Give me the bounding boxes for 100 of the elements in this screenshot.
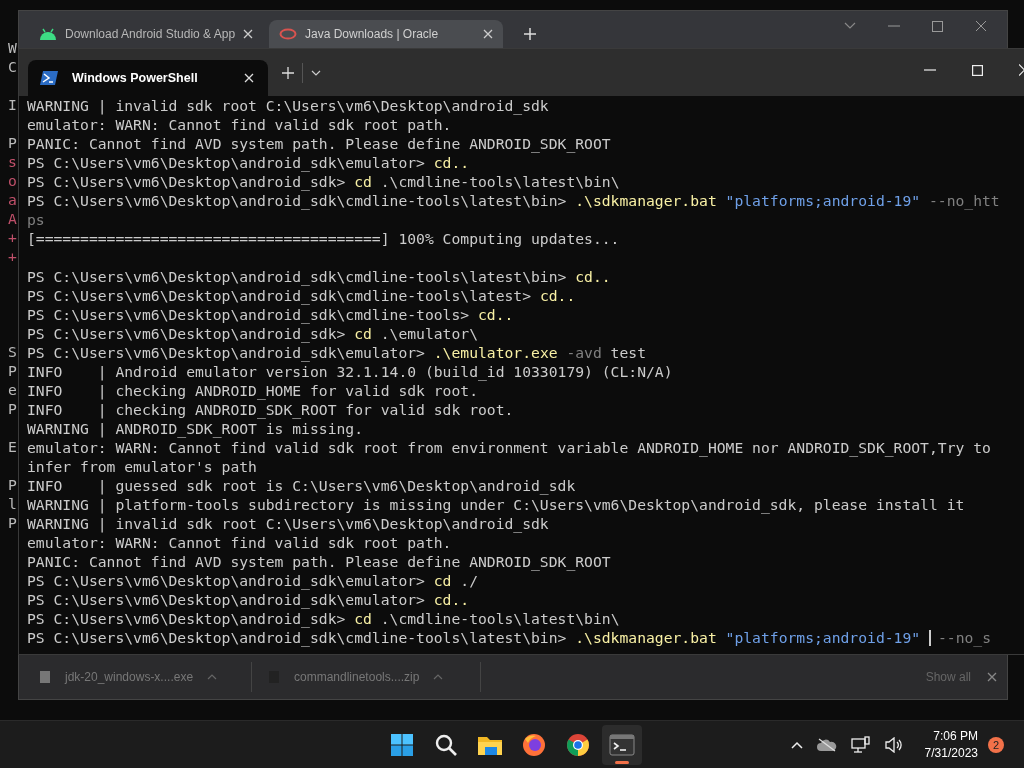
window-text-fragment: + bbox=[8, 247, 18, 266]
prompt-text: PS C:\Users\vm6\Desktop\android_sdk\emulator> bbox=[27, 153, 426, 172]
tab-title: Windows PowerShell bbox=[72, 71, 199, 85]
prompt-text: PS C:\Users\vm6\Desktop\android_sdk\cmdline-tools\latest> bbox=[27, 286, 533, 305]
string-text: "platforms;android-19" bbox=[724, 628, 922, 647]
clock[interactable]: 7:06 PM 7/31/2023 bbox=[924, 727, 978, 762]
browser-tab[interactable]: Java Downloads | Oracle bbox=[269, 20, 503, 48]
prompt-text: PS C:\Users\vm6\Desktop\android_sdk\cmdline-tools\latest\bin> bbox=[27, 267, 568, 286]
output-text: INFO | checking ANDROID_HOME for valid sdk root. bbox=[27, 381, 478, 400]
output-text: WARNING | ANDROID_SDK_ROOT is missing. bbox=[27, 419, 364, 438]
powershell-icon bbox=[40, 70, 58, 86]
window-text-fragment: E bbox=[8, 437, 18, 456]
command-text: cd.. bbox=[539, 286, 576, 305]
output-text: infer from emulator's path bbox=[27, 457, 257, 476]
output-text: emulator: WARN: Cannot find valid sdk root path. bbox=[27, 533, 452, 552]
plus-icon[interactable] bbox=[523, 26, 537, 41]
parameter-text: --no_htt bbox=[927, 191, 1000, 210]
file-name: commandlinetools....zip bbox=[294, 670, 420, 684]
close-icon[interactable] bbox=[243, 29, 253, 39]
cloud-off-icon[interactable] bbox=[816, 737, 837, 752]
window-text-fragment: o bbox=[8, 171, 18, 190]
window-text-fragment: s bbox=[8, 152, 18, 171]
chrome-icon bbox=[566, 732, 590, 757]
chevron-up-icon[interactable] bbox=[790, 740, 803, 749]
window-text-fragment: P bbox=[8, 133, 18, 152]
prompt-text: PS C:\Users\vm6\Desktop\android_sdk> bbox=[27, 324, 347, 343]
prompt-text: PS C:\Users\vm6\Desktop\android_sdk> bbox=[27, 609, 347, 628]
plus-icon[interactable] bbox=[282, 66, 294, 79]
output-text: WARNING | invalid sdk root C:\Users\vm6\Desktop\android_sdk bbox=[27, 96, 549, 115]
chevron-down-icon[interactable] bbox=[311, 69, 321, 76]
window-text-fragment: P bbox=[8, 399, 18, 418]
parameter-text: -avd bbox=[565, 343, 602, 362]
argument-text: .\cmdline-tools\latest\bin\ bbox=[379, 172, 620, 191]
firefox-icon bbox=[522, 732, 546, 757]
window-text-fragment: W bbox=[8, 38, 18, 57]
browser-tab[interactable]: Download Android Studio & App bbox=[29, 20, 263, 48]
command-text: .\emulator.exe bbox=[433, 343, 558, 362]
argument-text: ./ bbox=[459, 571, 478, 590]
prompt-text: PS C:\Users\vm6\Desktop\android_sdk\emulator> bbox=[27, 571, 426, 590]
download-item[interactable]: jdk-20_windows-x....exe bbox=[39, 662, 252, 692]
command-text: cd bbox=[354, 172, 372, 191]
output-text: INFO | guessed sdk root is C:\Users\vm6\Desktop\android_sdk bbox=[27, 476, 576, 495]
terminal-tab[interactable]: Windows PowerShell bbox=[28, 60, 268, 96]
prompt-text: PS C:\Users\vm6\Desktop\android_sdk\cmdline-tools\latest\bin> bbox=[27, 191, 568, 210]
date-text: 7/31/2023 bbox=[924, 744, 978, 762]
command-text: .\sdkmanager.bat bbox=[575, 628, 717, 647]
prompt-text: PS C:\Users\vm6\Desktop\android_sdk\cmdline-tools\latest\bin> bbox=[27, 628, 568, 647]
command-text: cd bbox=[433, 571, 452, 590]
windows-logo-icon bbox=[390, 732, 414, 757]
command-text: cd.. bbox=[575, 267, 611, 286]
argument-text: .\emulator\ bbox=[379, 324, 478, 343]
file-icon bbox=[39, 670, 51, 684]
time-text: 7:06 PM bbox=[933, 727, 978, 745]
output-text: emulator: WARN: Cannot find valid sdk root from environment variable ANDROID_HOME nor ANDROID_SDK_ROOT,Try to bbox=[27, 438, 991, 457]
network-icon[interactable] bbox=[850, 735, 871, 754]
notification-badge[interactable]: 2 bbox=[988, 736, 1004, 753]
text-cursor bbox=[928, 629, 931, 646]
output-text: [=======================================] 100% Computing updates... bbox=[27, 229, 620, 248]
output-text: INFO | checking ANDROID_SDK_ROOT for valid sdk root. bbox=[27, 400, 514, 419]
output-text: INFO | Android emulator version 32.1.14.0 (build_id 10330179) (CL:N/A) bbox=[27, 362, 673, 381]
window-text-fragment: P bbox=[8, 475, 18, 494]
command-text: cd.. bbox=[433, 153, 470, 172]
argument-text: test bbox=[609, 343, 646, 362]
window-text-fragment: l bbox=[8, 494, 18, 513]
caret-up-icon bbox=[433, 674, 444, 680]
window-text-fragment: C bbox=[8, 57, 18, 76]
command-text: cd bbox=[354, 609, 372, 628]
window-text-fragment: a bbox=[8, 190, 18, 209]
prompt-text: PS C:\Users\vm6\Desktop\android_sdk> bbox=[27, 172, 347, 191]
window-text-fragment: P bbox=[8, 361, 18, 380]
prompt-text: PS C:\Users\vm6\Desktop\android_sdk\emulator> bbox=[27, 590, 426, 609]
window-text-fragment: I bbox=[8, 95, 18, 114]
speaker-icon[interactable] bbox=[884, 736, 903, 753]
string-text: "platforms;android-19" bbox=[724, 191, 921, 210]
terminal-icon bbox=[609, 733, 635, 756]
window-text-fragment: S bbox=[8, 342, 18, 361]
command-text: cd bbox=[354, 324, 372, 343]
parameter-text: ps bbox=[27, 210, 45, 229]
tab-title: Java Downloads | Oracle bbox=[305, 27, 440, 41]
command-text: .\sdkmanager.bat bbox=[575, 191, 717, 210]
output-text: PANIC: Cannot find AVD system path. Please define ANDROID_SDK_ROOT bbox=[27, 552, 611, 571]
taskbar-app-button[interactable] bbox=[602, 724, 642, 765]
prompt-text: PS C:\Users\vm6\Desktop\android_sdk\cmdline-tools> bbox=[27, 305, 471, 324]
parameter-text: --no_s bbox=[937, 628, 992, 647]
oval-icon bbox=[279, 28, 297, 40]
output-text: WARNING | platform-tools subdirectory is missing under C:\Users\vm6\Desktop\android_sdk, please install it bbox=[27, 495, 965, 514]
argument-text: .\cmdline-tools\latest\bin\ bbox=[379, 609, 620, 628]
file-name: jdk-20_windows-x....exe bbox=[65, 670, 194, 684]
output-text: WARNING | invalid sdk root C:\Users\vm6\Desktop\android_sdk bbox=[27, 514, 549, 533]
window-text-fragment: A bbox=[8, 209, 18, 228]
command-text: cd.. bbox=[478, 305, 514, 324]
command-text: cd.. bbox=[433, 590, 470, 609]
window-text-fragment: + bbox=[8, 228, 18, 247]
search-icon bbox=[434, 732, 458, 757]
download-item[interactable]: commandlinetools....zip bbox=[268, 662, 481, 692]
window-text-fragment: P bbox=[8, 513, 18, 532]
output-text: emulator: WARN: Cannot find valid sdk root path. bbox=[27, 115, 452, 134]
tab-title: Download Android Studio & App bbox=[65, 27, 235, 41]
prompt-text: PS C:\Users\vm6\Desktop\android_sdk\emulator> bbox=[27, 343, 426, 362]
android-icon bbox=[39, 28, 57, 40]
